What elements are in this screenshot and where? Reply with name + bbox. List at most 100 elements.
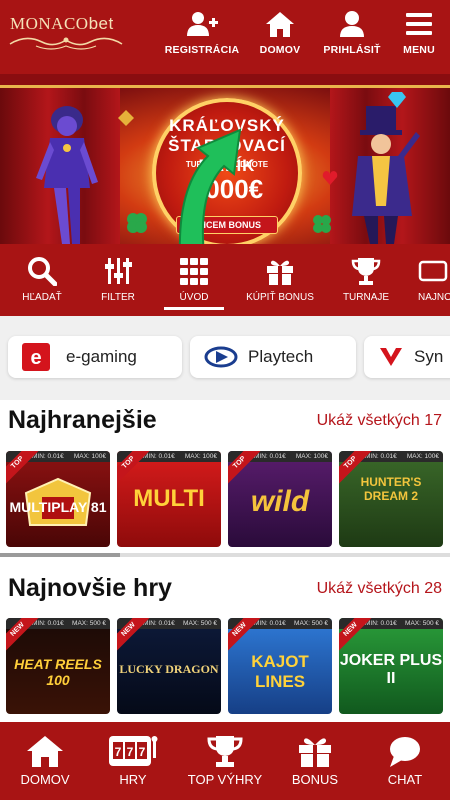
category-buy-bonus[interactable]: KÚPIŤ BONUS	[246, 256, 314, 312]
user-icon	[340, 11, 364, 37]
category-tournaments-label: TURNAJE	[342, 292, 390, 303]
bottom-nav-bonus-label: BONUS	[291, 772, 339, 787]
game-max-bet: MAX: 500 €	[72, 620, 106, 627]
category-newest[interactable]: NAJNOVŠIE	[418, 256, 450, 312]
game-tile[interactable]: MIN: 0.01€ MAX: 500 € JOKER PLUS II NEW	[339, 618, 443, 714]
chat-icon	[390, 737, 420, 767]
jester-character-illustration	[36, 106, 98, 244]
bottom-nav-games[interactable]: 7 7 7 HRY	[104, 734, 162, 794]
game-name: HEAT REELS 100	[14, 656, 102, 688]
clover-icon	[127, 213, 147, 233]
game-name: LUCKY DRAGON	[119, 662, 219, 676]
category-buy-bonus-label: KÚPIŤ BONUS	[246, 292, 314, 303]
nav-registration-label: REGISTRÁCIA	[164, 44, 240, 56]
bottom-nav-top-wins-label: TOP VÝHRY	[187, 772, 263, 787]
curtain-top	[0, 74, 450, 88]
slot-machine-icon: 7 7 7	[109, 736, 158, 766]
most-played-scrollbar[interactable]	[0, 553, 450, 557]
provider-playtech-name: Playtech	[248, 347, 314, 366]
nav-registration[interactable]: REGISTRÁCIA	[165, 10, 239, 64]
bottom-nav-home[interactable]: DOMOV	[14, 734, 76, 794]
category-filter-label: FILTER	[101, 292, 135, 303]
category-search-label: HĽADAŤ	[22, 292, 62, 303]
nav-menu-label: MENU	[403, 44, 435, 56]
trophy-icon	[207, 736, 243, 767]
game-name: JOKER PLUS II	[339, 652, 443, 687]
bottom-nav-bonus[interactable]: BONUS	[290, 734, 340, 794]
svg-text:7: 7	[115, 745, 122, 759]
page: MONACObet REGISTRÁCIA DOMOV PRIHLÁSIŤ ME…	[0, 0, 450, 800]
game-tile[interactable]: MIN: 0.01€ MAX: 500 € KAJOT LINES NEW	[228, 618, 332, 714]
svg-text:7: 7	[127, 745, 134, 759]
logo-text-bet: bet	[88, 14, 114, 33]
game-name: KAJOT LINES	[251, 652, 309, 691]
game-tile[interactable]: MIN: 0.01€ MAX: 100€ wild TOP	[228, 451, 332, 547]
show-all-newest-link[interactable]: Ukáž všetkých 28	[317, 580, 442, 598]
synot-logo-icon	[380, 348, 402, 366]
category-filter[interactable]: FILTER	[98, 256, 138, 312]
heart-gem-icon	[322, 171, 338, 185]
scrollbar-thumb[interactable]	[0, 553, 120, 557]
search-icon	[28, 257, 57, 286]
svg-text:7: 7	[139, 745, 146, 759]
game-tile[interactable]: MIN: 0.01€ MAX: 100€ MULTI TOP	[117, 451, 221, 547]
new-icon	[418, 260, 448, 282]
top-header: MONACObet REGISTRÁCIA DOMOV PRIHLÁSIŤ ME…	[0, 0, 450, 74]
nav-login[interactable]: PRIHLÁSIŤ	[320, 10, 384, 64]
provider-egaming[interactable]: e e-gaming	[8, 336, 182, 378]
grid-icon	[180, 258, 208, 285]
category-newest-label: NAJNOVŠIE	[418, 292, 450, 303]
game-max-bet: MAX: 100€	[295, 453, 328, 460]
egaming-logo-icon: e	[22, 343, 50, 371]
green-arrow-icon	[178, 128, 242, 244]
home-icon	[27, 736, 63, 767]
bottom-nav-chat-label: CHAT	[387, 772, 423, 787]
category-intro-label: ÚVOD	[179, 292, 209, 303]
svg-text:e: e	[30, 347, 41, 369]
bottom-navigation: DOMOV 7 7 7 HRY TOP VÝHRY BONUS CHAT	[0, 722, 450, 800]
section-title-most-played: Najhranejšie	[8, 406, 157, 434]
monaco-bet-logo[interactable]: MONACObet	[6, 6, 146, 58]
provider-egaming-name: e-gaming	[66, 347, 137, 366]
game-name: wild	[250, 485, 310, 518]
show-all-most-played-link[interactable]: Ukáž všetkých 17	[317, 412, 442, 430]
nav-login-label: PRIHLÁSIŤ	[323, 44, 381, 56]
game-name: MULTI	[133, 485, 205, 512]
game-name: HUNTER'S DREAM 2	[360, 475, 422, 503]
promo-banner[interactable]: KRÁĽOVSKÝ ŠTARTOVACÍ BALÍK TURNAJ V HODN…	[0, 74, 450, 244]
gift-icon	[299, 738, 331, 767]
game-tile[interactable]: MIN: 0.01€ MAX: 500 € LUCKY DRAGON NEW	[117, 618, 221, 714]
bottom-nav-home-label: DOMOV	[20, 772, 70, 787]
home-icon	[266, 12, 294, 37]
hamburger-icon	[406, 13, 432, 35]
bottom-nav-chat[interactable]: CHAT	[384, 734, 426, 794]
game-name: MULTIPLAY 81	[9, 499, 107, 515]
nav-menu[interactable]: MENU	[398, 10, 440, 64]
most-played-games-row: MIN: 0.01€ MAX: 100€ MULTIPLAY 81 TOP MIN…	[0, 451, 450, 551]
playtech-logo-icon	[204, 346, 238, 368]
game-tile[interactable]: MIN: 0.01€ MAX: 500 € HEAT REELS 100 NEW	[6, 618, 110, 714]
diamond-gem-icon	[388, 92, 406, 108]
game-max-bet: MAX: 500 €	[405, 620, 439, 627]
magician-character-illustration	[352, 106, 420, 244]
category-bar: HĽADAŤ FILTER ÚVOD KÚPIŤ BONUS TURNAJE N…	[0, 244, 450, 316]
game-max-bet: MAX: 100€	[73, 453, 106, 460]
provider-synot[interactable]: Syn	[364, 336, 450, 378]
provider-playtech[interactable]: Playtech	[190, 336, 356, 378]
section-title-newest: Najnovšie hry	[8, 574, 172, 602]
nav-home[interactable]: DOMOV	[253, 10, 307, 64]
game-max-bet: MAX: 500 €	[183, 620, 217, 627]
gem-icon	[118, 110, 134, 126]
game-tile[interactable]: MIN: 0.01€ MAX: 100€ HUNTER'S DREAM 2 TOP	[339, 451, 443, 547]
game-max-bet: MAX: 500 €	[294, 620, 328, 627]
category-tournaments[interactable]: TURNAJE	[342, 256, 390, 312]
trophy-icon	[351, 258, 381, 285]
provider-synot-name: Syn	[414, 347, 444, 366]
bottom-nav-games-label: HRY	[119, 772, 147, 787]
category-search[interactable]: HĽADAŤ	[22, 256, 62, 312]
bottom-nav-top-wins[interactable]: TOP VÝHRY	[188, 734, 262, 794]
logo-ornament-icon	[9, 37, 123, 50]
game-tile[interactable]: MIN: 0.01€ MAX: 100€ MULTIPLAY 81 TOP	[6, 451, 110, 547]
sliders-icon	[105, 258, 132, 284]
category-intro[interactable]: ÚVOD	[164, 256, 224, 312]
